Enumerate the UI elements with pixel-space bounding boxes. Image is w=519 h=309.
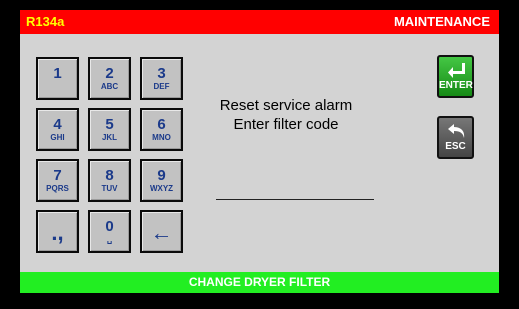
key-main: 1 bbox=[53, 65, 62, 82]
key-main: 4 bbox=[53, 116, 62, 133]
key-sub: PQRS bbox=[46, 184, 69, 193]
key-main: 5 bbox=[105, 116, 114, 133]
key-9[interactable]: 9 WXYZ bbox=[140, 159, 183, 202]
key-sub: JKL bbox=[101, 133, 118, 142]
key-main: 6 bbox=[157, 116, 166, 133]
key-4[interactable]: 4 GHI bbox=[36, 108, 79, 151]
key-7[interactable]: 7 PQRS bbox=[36, 159, 79, 202]
space-icon: ␣ bbox=[106, 235, 113, 244]
prompt-line-2: Enter filter code bbox=[233, 116, 339, 133]
key-main: 3 bbox=[157, 65, 166, 82]
key-sub: GHI bbox=[50, 133, 65, 142]
esc-label: ESC bbox=[445, 141, 466, 152]
key-backspace[interactable]: ← bbox=[140, 210, 183, 253]
prompt-message: Reset service alarm Enter filter code bbox=[198, 96, 374, 134]
enter-button[interactable]: ENTER bbox=[437, 55, 474, 98]
code-input-field[interactable] bbox=[216, 195, 374, 200]
prompt-line-1: Reset service alarm bbox=[219, 97, 353, 114]
back-arrow-icon bbox=[448, 124, 465, 138]
enter-label: ENTER bbox=[439, 80, 473, 91]
backspace-arrow-icon: ← bbox=[150, 220, 173, 245]
key-2[interactable]: 2 ABC bbox=[88, 57, 131, 100]
enter-arrow-icon bbox=[448, 63, 465, 78]
key-sub: ABC bbox=[100, 82, 119, 91]
key-6[interactable]: 6 MNO bbox=[140, 108, 183, 151]
status-bar: CHANGE DRYER FILTER bbox=[20, 272, 499, 293]
key-sub: DEF bbox=[153, 82, 170, 91]
key-5[interactable]: 5 JKL bbox=[88, 108, 131, 151]
key-8[interactable]: 8 TUV bbox=[88, 159, 131, 202]
key-0[interactable]: 0 ␣ bbox=[88, 210, 131, 253]
key-main: 0 bbox=[105, 218, 114, 235]
key-punctuation[interactable]: ., bbox=[36, 210, 79, 253]
key-3[interactable]: 3 DEF bbox=[140, 57, 183, 100]
refrigerant-label: R134a bbox=[26, 14, 65, 29]
key-main: 8 bbox=[105, 167, 114, 184]
key-sub: TUV bbox=[101, 184, 118, 193]
key-1[interactable]: 1 bbox=[36, 57, 79, 100]
key-main: 7 bbox=[53, 167, 62, 184]
mode-label: MAINTENANCE bbox=[393, 14, 490, 29]
key-main: 2 bbox=[105, 65, 114, 82]
key-sub: WXYZ bbox=[149, 184, 174, 193]
key-main: ., bbox=[51, 220, 64, 245]
device-screen: R134a MAINTENANCE 1 2 ABC 3 DEF 4 GHI 5 … bbox=[20, 10, 499, 293]
header-bar: R134a MAINTENANCE bbox=[20, 10, 499, 34]
esc-button[interactable]: ESC bbox=[437, 116, 474, 159]
key-main: 9 bbox=[157, 167, 166, 184]
key-sub: MNO bbox=[152, 133, 171, 142]
